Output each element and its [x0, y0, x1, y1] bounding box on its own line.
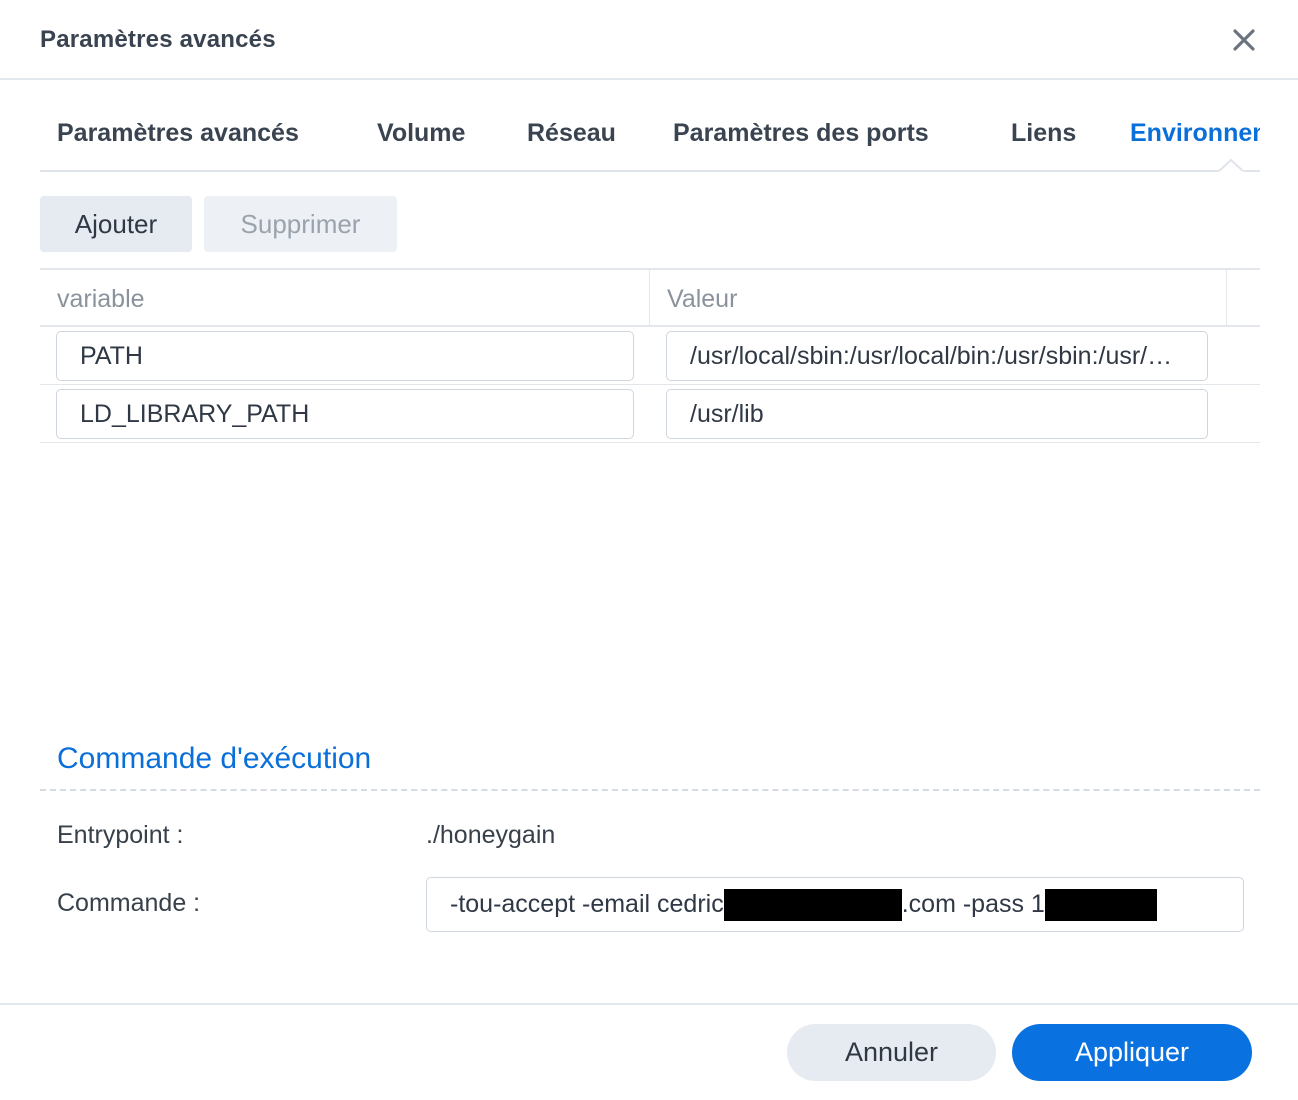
active-tab-indicator [1218, 158, 1244, 173]
column-header-variable: variable [57, 285, 145, 313]
variable-name-input[interactable]: PATH [56, 331, 634, 381]
redacted-block [1044, 888, 1157, 921]
column-divider [649, 270, 650, 327]
command-text-start: -tou-accept -email cedric [450, 890, 724, 918]
dialog-header: Paramètres avancés [0, 0, 1298, 80]
tab-links[interactable]: Liens [1011, 119, 1076, 148]
cancel-button[interactable]: Annuler [787, 1024, 996, 1081]
delete-button[interactable]: Supprimer [204, 196, 397, 252]
tab-network[interactable]: Réseau [527, 119, 616, 148]
command-input[interactable]: -tou-accept -email cedric .com -pass 1 [426, 877, 1244, 932]
command-text-middle: .com -pass 1 [901, 890, 1045, 918]
table-row: LD_LIBRARY_PATH /usr/lib [40, 385, 1260, 443]
dialog-title: Paramètres avancés [40, 26, 276, 53]
column-divider [1226, 270, 1227, 327]
variable-value-input[interactable]: /usr/lib [666, 389, 1208, 439]
variable-name-input[interactable]: LD_LIBRARY_PATH [56, 389, 634, 439]
variable-value-input[interactable]: /usr/local/sbin:/usr/local/bin:/usr/sbin… [666, 331, 1208, 381]
section-title-execution-command: Commande d'exécution [57, 742, 372, 775]
close-icon[interactable] [1228, 24, 1260, 56]
table-header: variable Valeur [40, 268, 1260, 327]
tab-advanced-settings[interactable]: Paramètres avancés [57, 119, 299, 148]
entrypoint-label: Entrypoint : [57, 821, 184, 849]
environment-table: variable Valeur PATH /usr/local/sbin:/us… [40, 268, 1260, 444]
tab-environment[interactable]: Environnement [1130, 119, 1260, 148]
tab-port-settings[interactable]: Paramètres des ports [673, 119, 929, 148]
tab-bar: Paramètres avancés Volume Réseau Paramèt… [40, 108, 1260, 172]
column-header-value: Valeur [667, 285, 738, 313]
advanced-settings-dialog: Paramètres avancés Paramètres avancés Vo… [0, 0, 1298, 1100]
add-button[interactable]: Ajouter [40, 196, 192, 252]
table-row: PATH /usr/local/sbin:/usr/local/bin:/usr… [40, 327, 1260, 385]
entrypoint-value: ./honeygain [426, 821, 556, 849]
section-divider [40, 789, 1260, 791]
command-label: Commande : [57, 889, 201, 917]
apply-button[interactable]: Appliquer [1012, 1024, 1252, 1081]
tab-volume[interactable]: Volume [377, 119, 465, 148]
redacted-block [723, 888, 902, 921]
